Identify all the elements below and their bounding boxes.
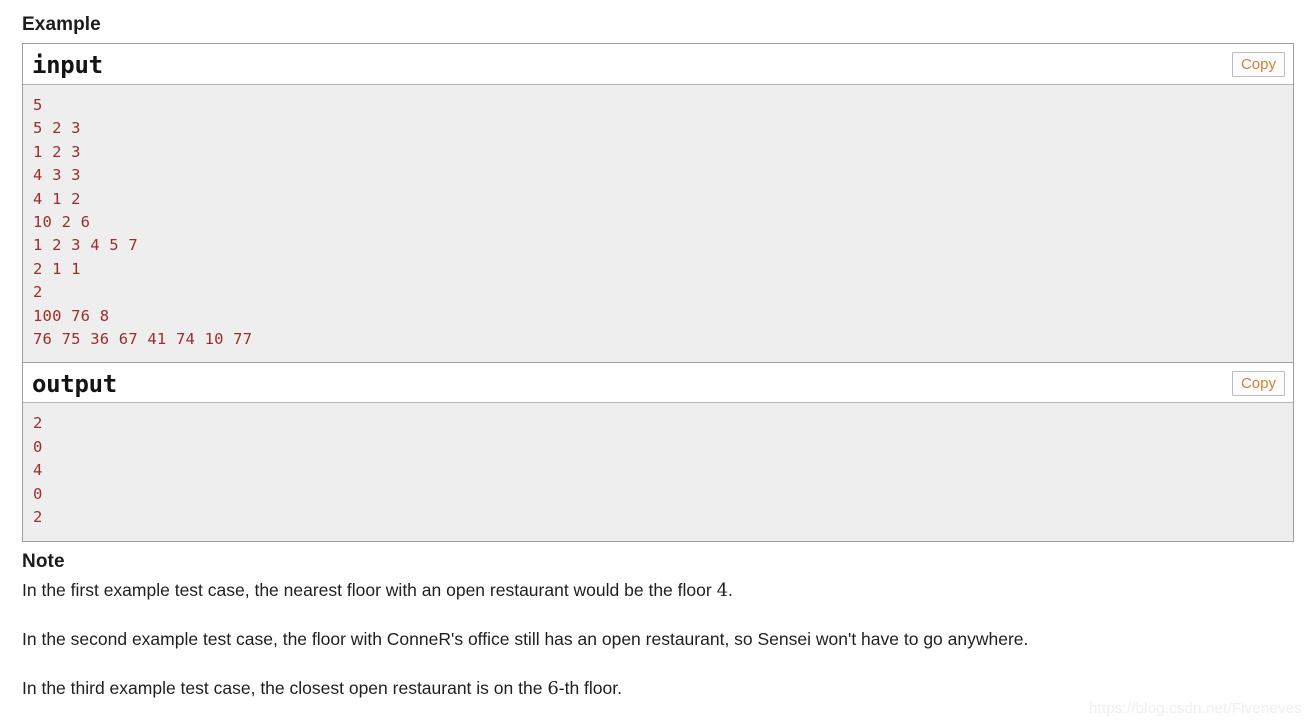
note-paragraph-prefix: In the third example test case, the clos… xyxy=(22,678,548,698)
output-title: output xyxy=(32,370,117,399)
note-paragraph-suffix: . xyxy=(728,580,733,600)
blog-watermark: https://blog.csdn.net/Fiveneves xyxy=(1089,700,1302,717)
note-math-value: 4 xyxy=(716,580,729,601)
copy-output-button[interactable]: Copy xyxy=(1231,371,1285,397)
output-sample-text: 2 0 4 0 2 xyxy=(23,403,1293,541)
sample-tests-container: input Copy 5 5 2 3 1 2 3 4 3 3 4 1 2 10 … xyxy=(22,43,1294,542)
sample-test-output-block: output Copy 2 0 4 0 2 xyxy=(23,362,1293,541)
note-paragraph-suffix: -th floor. xyxy=(558,678,622,698)
note-paragraph: In the second example test case, the flo… xyxy=(22,628,1292,651)
sample-test-input-block: input Copy 5 5 2 3 1 2 3 4 3 3 4 1 2 10 … xyxy=(23,44,1293,363)
note-section-body: In the first example test case, the near… xyxy=(22,579,1292,700)
input-title-row: input Copy xyxy=(23,44,1293,85)
output-title-row: output Copy xyxy=(23,362,1293,404)
input-sample-text: 5 5 2 3 1 2 3 4 3 3 4 1 2 10 2 6 1 2 3 4… xyxy=(23,85,1293,363)
note-paragraph: In the first example test case, the near… xyxy=(22,579,1292,602)
note-paragraph-prefix: In the second example test case, the flo… xyxy=(22,629,1029,649)
note-section-heading: Note xyxy=(22,551,65,572)
input-title: input xyxy=(32,51,103,79)
note-paragraph: In the third example test case, the clos… xyxy=(22,677,1292,700)
example-section-heading: Example xyxy=(22,14,101,35)
note-math-value: 6 xyxy=(547,678,559,699)
note-paragraph-prefix: In the first example test case, the near… xyxy=(22,580,717,600)
copy-input-button[interactable]: Copy xyxy=(1231,52,1285,77)
problem-statement-page: Example input Copy 5 5 2 3 1 2 3 4 3 3 4… xyxy=(0,0,1316,721)
